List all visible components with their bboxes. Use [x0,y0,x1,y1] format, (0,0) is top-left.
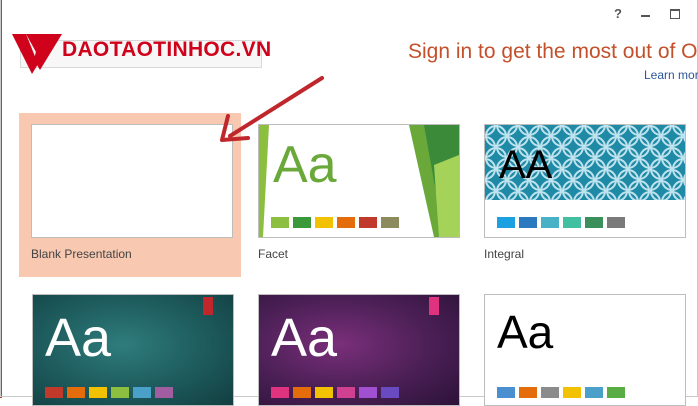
swatch [381,217,399,228]
boardroom-accent-tab [429,297,439,315]
template-label-blank: Blank Presentation [31,247,132,261]
swatch [271,217,289,228]
maximize-button[interactable] [667,6,683,22]
swatch [293,217,311,228]
facet-color-swatches [271,217,399,228]
swatch [67,387,85,398]
template-office-theme-thumbnail[interactable]: Aa [484,294,686,406]
swatch [381,387,399,398]
minimize-icon [641,15,650,17]
swatch [293,387,311,398]
swatch [271,387,289,398]
template-integral-thumbnail[interactable]: AA [484,124,686,238]
swatch [133,387,151,398]
boardroom-aa-sample: Aa [271,308,338,368]
swatch [497,387,515,398]
swatch [563,217,581,228]
watermark-logo-icon [12,34,62,74]
annotation-arrow-icon [220,76,324,142]
swatch [315,217,333,228]
swatch [111,387,129,398]
ion-aa-sample: Aa [45,308,112,368]
office-aa-sample: Aa [497,306,554,358]
swatch [359,217,377,228]
swatch [607,387,625,398]
swatch [315,387,333,398]
maximize-icon [670,9,680,19]
swatch [155,387,173,398]
template-label-integral: Integral [484,247,525,261]
boardroom-color-swatches [271,387,399,398]
ion-color-swatches [45,387,173,398]
help-button[interactable]: ? [610,6,626,22]
window-edge [0,0,2,398]
template-ion-thumbnail[interactable]: Aa [32,294,234,406]
swatch [585,387,603,398]
swatch [337,387,355,398]
signin-heading[interactable]: Sign in to get the most out of Offic [408,40,698,64]
office-color-swatches [497,387,625,398]
swatch [541,217,559,228]
swatch [519,387,537,398]
swatch [541,387,559,398]
swatch [89,387,107,398]
swatch [359,387,377,398]
learn-more-link[interactable]: Learn mor [644,68,698,82]
swatch [607,217,625,228]
swatch [337,217,355,228]
swatch [497,217,515,228]
swatch [45,387,63,398]
integral-color-swatches [497,217,625,228]
watermark-text: DAOTAOTINHOC.VN [62,38,272,61]
ion-accent-tab [203,297,213,315]
template-ion-boardroom-thumbnail[interactable]: Aa [258,294,460,406]
swatch [519,217,537,228]
template-label-facet: Facet [258,247,289,261]
integral-aa-sample: AA [499,143,553,187]
swatch [563,387,581,398]
blank-thumbnail[interactable] [31,124,233,238]
minimize-button[interactable] [638,6,654,22]
swatch [585,217,603,228]
